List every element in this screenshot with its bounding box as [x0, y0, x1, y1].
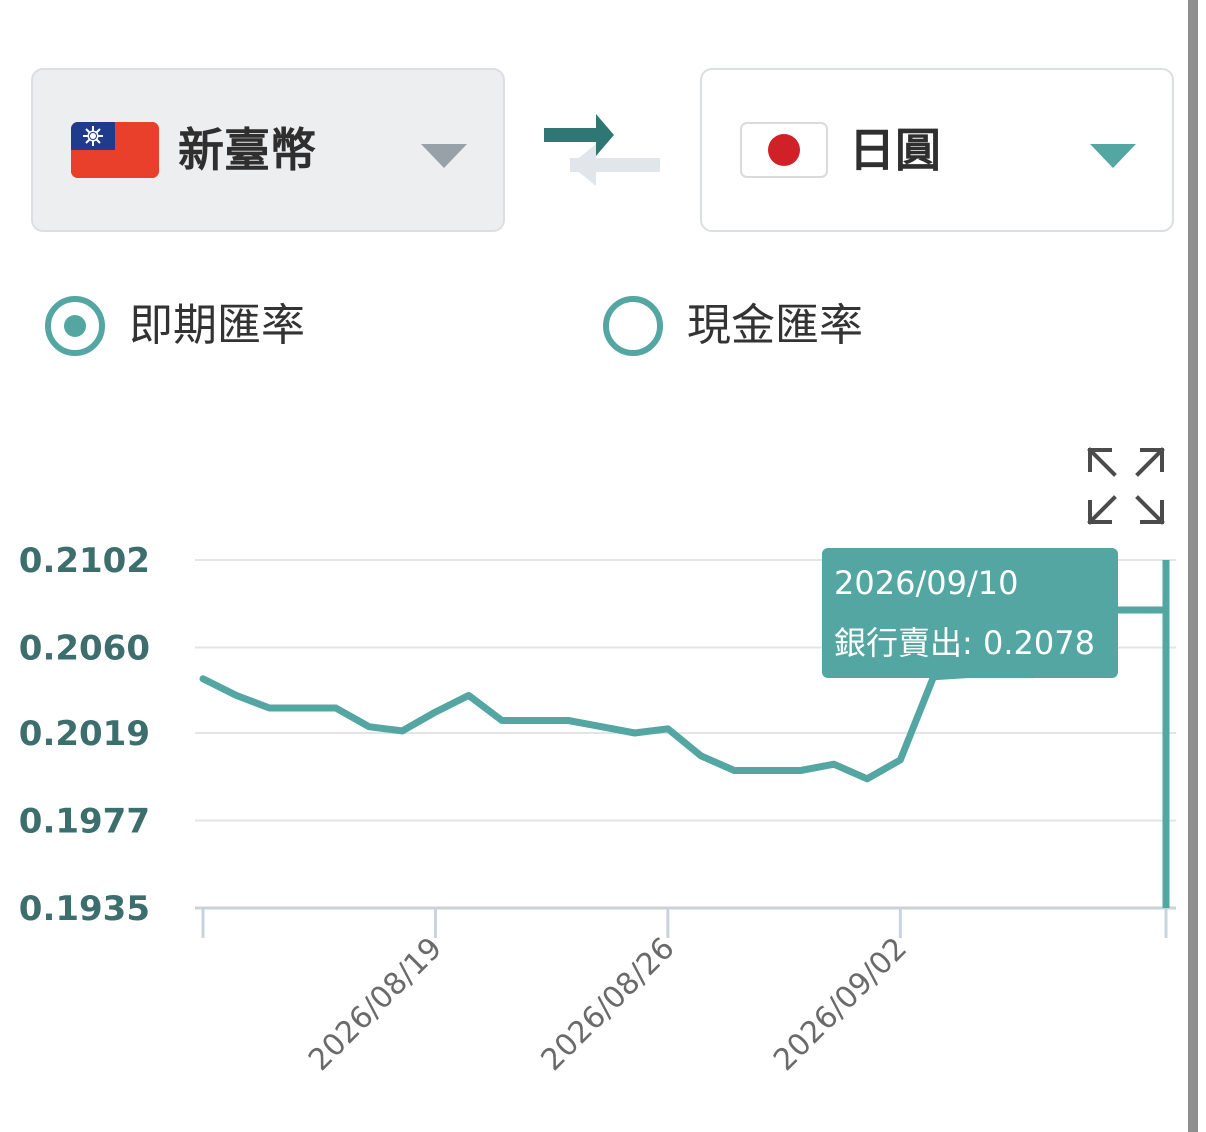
to-currency-select[interactable]: 日圓	[700, 68, 1174, 232]
from-currency-select[interactable]: 新臺幣	[31, 68, 505, 232]
japan-flag-icon	[740, 122, 828, 178]
tooltip-date: 2026/09/10	[834, 564, 1019, 602]
chevron-down-icon	[421, 144, 467, 168]
y-axis: 0.2102 0.2060 0.2019 0.1977 0.1935	[19, 541, 150, 929]
x-tick-label: 2026/09/02	[767, 931, 914, 1078]
x-tick-label: 2026/08/26	[535, 931, 682, 1078]
y-tick-label: 0.1977	[19, 801, 150, 841]
y-tick-label: 0.2019	[19, 714, 150, 754]
x-axis: 2026/08/19 2026/08/26 2026/09/02	[201, 908, 1168, 1078]
from-currency-label: 新臺幣	[178, 123, 316, 177]
swap-direction-icon[interactable]	[540, 112, 664, 188]
fullscreen-icon[interactable]	[1084, 444, 1168, 528]
y-tick-label: 0.2102	[19, 541, 150, 581]
radio-selected-icon[interactable]	[45, 296, 105, 356]
chevron-down-icon	[1090, 144, 1136, 168]
tooltip-rate: 銀行賣出: 0.2078	[834, 624, 1095, 662]
to-currency-label: 日圓	[849, 123, 941, 177]
radio-spot-rate-label: 即期匯率	[129, 300, 305, 351]
radio-cash-rate-label: 現金匯率	[687, 300, 863, 351]
y-tick-label: 0.2060	[19, 629, 150, 669]
y-tick-label: 0.1935	[19, 889, 150, 929]
x-tick-label: 2026/08/19	[302, 931, 449, 1078]
chart-tooltip: 2026/09/10 銀行賣出: 0.2078	[822, 548, 1118, 678]
taiwan-flag-icon	[71, 122, 159, 178]
radio-unselected-icon[interactable]	[603, 296, 663, 356]
